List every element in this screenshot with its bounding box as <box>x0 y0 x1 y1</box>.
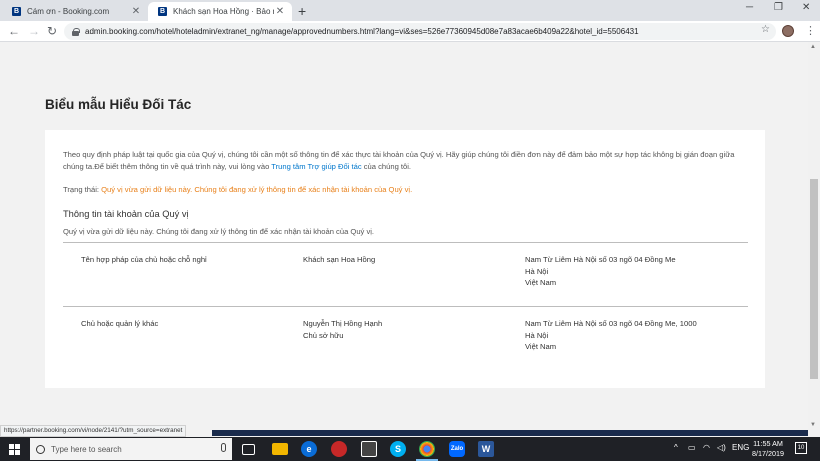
booking-favicon-icon: B <box>158 7 167 16</box>
tray-expand-icon[interactable]: ^ <box>674 443 678 452</box>
status-value: Quý vị vừa gửi dữ liệu này. Chúng tôi đa… <box>101 185 413 194</box>
profile-avatar[interactable] <box>782 25 794 37</box>
skype-icon[interactable]: S <box>390 441 406 457</box>
chrome-icon[interactable] <box>419 441 435 457</box>
tab-close-icon[interactable]: ✕ <box>130 6 142 17</box>
page-footer-bar <box>212 430 808 436</box>
row-label: Chủ hoặc quản lý khác <box>81 319 159 328</box>
maximize-icon[interactable]: ❐ <box>774 2 783 13</box>
reload-icon[interactable]: ↻ <box>47 24 57 38</box>
search-icon <box>36 444 45 454</box>
scroll-up-icon[interactable]: ▲ <box>810 44 816 50</box>
row-value-line: Khách sạn Hoa Hồng <box>303 255 376 264</box>
scrollbar-thumb[interactable] <box>810 179 818 379</box>
row-value-line: Chủ sở hữu <box>303 330 344 340</box>
tab-booking-thanks[interactable]: B Cám ơn - Booking.com ✕ <box>2 2 148 21</box>
tab-hotel-security[interactable]: B Khách sạn Hoa Hồng · Bảo mật ✕ <box>148 2 292 21</box>
close-window-icon[interactable]: ✕ <box>802 2 810 13</box>
section-description: Quý vị vừa gửi dữ liệu này. Chúng tôi đa… <box>63 227 375 236</box>
wifi-icon[interactable]: ◠ <box>703 443 710 452</box>
url-text: admin.booking.com/hotel/hoteladmin/extra… <box>85 27 639 36</box>
address-line: Việt Nam <box>525 342 557 351</box>
status-line: Trạng thái: Quý vị vừa gửi dữ liệu này. … <box>63 185 412 194</box>
link-status-tooltip: https://partner.booking.com/vi/node/2141… <box>0 425 187 437</box>
zalo-icon[interactable]: Zalo <box>449 441 465 457</box>
page-scrollbar[interactable]: ▲ ▼ <box>808 42 820 430</box>
row-address: Nam Từ Liêm Hà Nội số 03 ngõ 04 Đồng Me … <box>525 254 676 289</box>
address-line: Nam Từ Liêm Hà Nội số 03 ngõ 04 Đồng Me,… <box>525 319 697 328</box>
search-placeholder: Type here to search <box>51 444 122 454</box>
clock-date: 8/17/2019 <box>752 449 784 458</box>
row-value-line: Nguyễn Thị Hồng Hạnh <box>303 319 383 328</box>
intro-suffix: của chúng tôi. <box>361 162 412 171</box>
form-card: Theo quy định pháp luật tại quốc gia của… <box>45 130 765 388</box>
windows-taskbar: Type here to search e S Zalo W ^ ▭ ◠ ◁) … <box>0 437 820 461</box>
address-line: Nam Từ Liêm Hà Nội số 03 ngõ 04 Đồng Me <box>525 255 676 264</box>
minimize-icon[interactable]: ─ <box>746 2 753 13</box>
menu-dots-icon[interactable]: ⋮ <box>805 24 816 37</box>
divider <box>63 242 748 243</box>
volume-icon[interactable]: ◁) <box>717 443 726 452</box>
battery-icon[interactable]: ▭ <box>688 443 696 452</box>
intro-text: Theo quy định pháp luật tại quốc gia của… <box>63 149 753 173</box>
scroll-down-icon[interactable]: ▼ <box>810 422 816 428</box>
row-value: Khách sạn Hoa Hồng <box>303 254 375 266</box>
tab-close-icon[interactable]: ✕ <box>274 6 286 17</box>
tab-label: Khách sạn Hoa Hồng · Bảo mật <box>173 7 274 16</box>
bookmark-star-icon[interactable]: ☆ <box>761 24 770 35</box>
microphone-icon[interactable] <box>221 443 226 452</box>
row-address: Nam Từ Liêm Hà Nội số 03 ngõ 04 Đồng Me,… <box>525 318 697 353</box>
partner-help-center-link[interactable]: Trung tâm Trợ giúp Đối tác <box>271 162 361 171</box>
word-icon[interactable]: W <box>478 441 494 457</box>
taskbar-clock[interactable]: 11:55 AM 8/17/2019 <box>752 439 784 459</box>
tab-label: Cám ơn - Booking.com <box>27 7 110 16</box>
edge-icon[interactable]: e <box>301 441 317 457</box>
taskbar-search[interactable]: Type here to search <box>30 438 232 460</box>
divider <box>63 306 748 307</box>
row-label: Tên hợp pháp của chủ hoặc chỗ nghỉ <box>81 255 207 264</box>
page-content: Biểu mẫu Hiểu Đối Tác Theo quy định pháp… <box>0 42 808 430</box>
browser-tab-strip: B Cám ơn - Booking.com ✕ B Khách sạn Hoa… <box>0 0 820 21</box>
windows-start-icon[interactable] <box>9 444 20 455</box>
address-bar[interactable]: admin.booking.com/hotel/hoteladmin/extra… <box>64 23 776 40</box>
lock-icon <box>72 27 80 36</box>
row-value: Nguyễn Thị Hồng Hạnh Chủ sở hữu <box>303 318 382 341</box>
forward-icon[interactable]: → <box>28 24 40 38</box>
notification-center-icon[interactable]: 10 <box>795 442 807 454</box>
address-line: Hà Nội <box>525 266 549 276</box>
task-view-icon[interactable] <box>242 444 255 455</box>
back-icon[interactable]: ← <box>8 24 20 38</box>
file-explorer-icon[interactable] <box>272 443 288 455</box>
status-label: Trạng thái: <box>63 185 102 194</box>
clock-time: 11:55 AM <box>753 439 783 448</box>
store-icon[interactable] <box>361 441 377 457</box>
browser-toolbar: ← → ↻ admin.booking.com/hotel/hoteladmin… <box>0 21 820 42</box>
section-title: Thông tin tài khoản của Quý vị <box>63 209 189 219</box>
new-tab-icon[interactable]: + <box>298 3 306 19</box>
language-indicator[interactable]: ENG <box>732 443 749 452</box>
app-red-icon[interactable] <box>331 441 347 457</box>
page-title: Biểu mẫu Hiểu Đối Tác <box>45 97 192 112</box>
address-line: Hà Nội <box>525 330 549 340</box>
address-line: Việt Nam <box>525 278 557 287</box>
booking-favicon-icon: B <box>12 7 21 16</box>
